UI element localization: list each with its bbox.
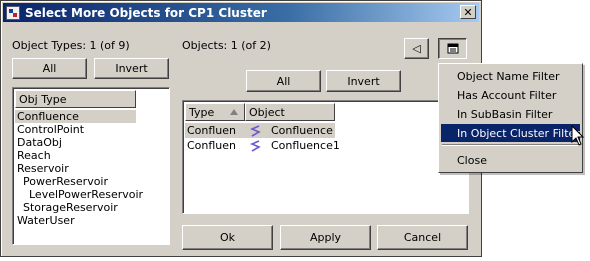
object-types-count-label: Object Types: 1 (of 9) [12,39,130,52]
menu-item-filter[interactable]: In SubBasin Filter [441,105,580,123]
obj-type-item[interactable]: Confluence [15,110,136,123]
collapse-button[interactable]: ◁ [404,38,429,59]
obj-type-item[interactable]: LevelPowerReservoir [15,188,143,201]
objects-count-label: Objects: 1 (of 2) [182,39,271,52]
menu-item-filter[interactable]: Object Name Filter [441,67,580,85]
close-button[interactable]: ✕ [460,5,476,19]
sort-ascending-icon [230,109,238,115]
obj-type-item[interactable]: WaterUser [15,214,136,227]
obj-type-item[interactable]: DataObj [15,136,136,149]
window-title: Select More Objects for CP1 Cluster [25,5,267,20]
object-column-header[interactable]: Object [245,103,335,121]
obj-type-item[interactable]: Reach [15,149,136,162]
menu-item-filter[interactable]: Has Account Filter [441,86,580,104]
mouse-cursor-icon [571,125,585,146]
filter-menu-button[interactable] [438,38,467,59]
menu-item-filter[interactable]: In Object Cluster Filter [441,124,580,142]
object-types-list[interactable]: Obj Type Confluence ControlPoint DataObj Re… [12,87,170,245]
obj-type-item[interactable]: StorageReservoir [15,201,136,214]
type-column-header[interactable]: Type [185,103,245,121]
types-all-button[interactable]: All [12,58,87,79]
title-bar[interactable]: Select More Objects for CP1 Cluster ✕ [3,3,479,22]
obj-type-column-header[interactable]: Obj Type [15,90,136,108]
types-invert-button[interactable]: Invert [94,58,169,79]
apply-button[interactable]: Apply [280,225,371,250]
confluence-icon [249,140,261,152]
ok-button[interactable]: Ok [182,225,273,250]
filter-menu-icon [447,43,458,54]
confluence-icon [249,125,261,137]
row-type-cell: Confluen [187,124,237,137]
type-column-label: Type [189,105,215,119]
row-object-cell: Confluence1 [271,139,340,152]
menu-separator [442,144,579,146]
menu-item-close[interactable]: Close [441,151,580,169]
objects-all-button[interactable]: All [246,70,321,92]
objects-invert-button[interactable]: Invert [326,70,401,92]
row-object-cell: Confluence [271,124,333,137]
app-icon [6,5,20,20]
objects-table[interactable]: Type Object Confluen Confluence Confluen Co… [182,100,469,214]
table-row[interactable]: Confluen Confluence [185,123,335,138]
table-row[interactable]: Confluen Confluence1 [185,138,340,153]
obj-type-item[interactable]: PowerReservoir [15,175,136,188]
obj-type-item[interactable]: Reservoir [15,162,136,175]
obj-type-item[interactable]: ControlPoint [15,123,136,136]
dialog-window: Select More Objects for CP1 Cluster ✕ Ob… [0,0,482,257]
left-arrow-icon: ◁ [412,42,421,55]
filter-popup-menu: Object Name Filter Has Account Filter In S… [438,63,583,173]
cancel-button[interactable]: Cancel [377,225,468,250]
row-type-cell: Confluen [187,139,237,152]
